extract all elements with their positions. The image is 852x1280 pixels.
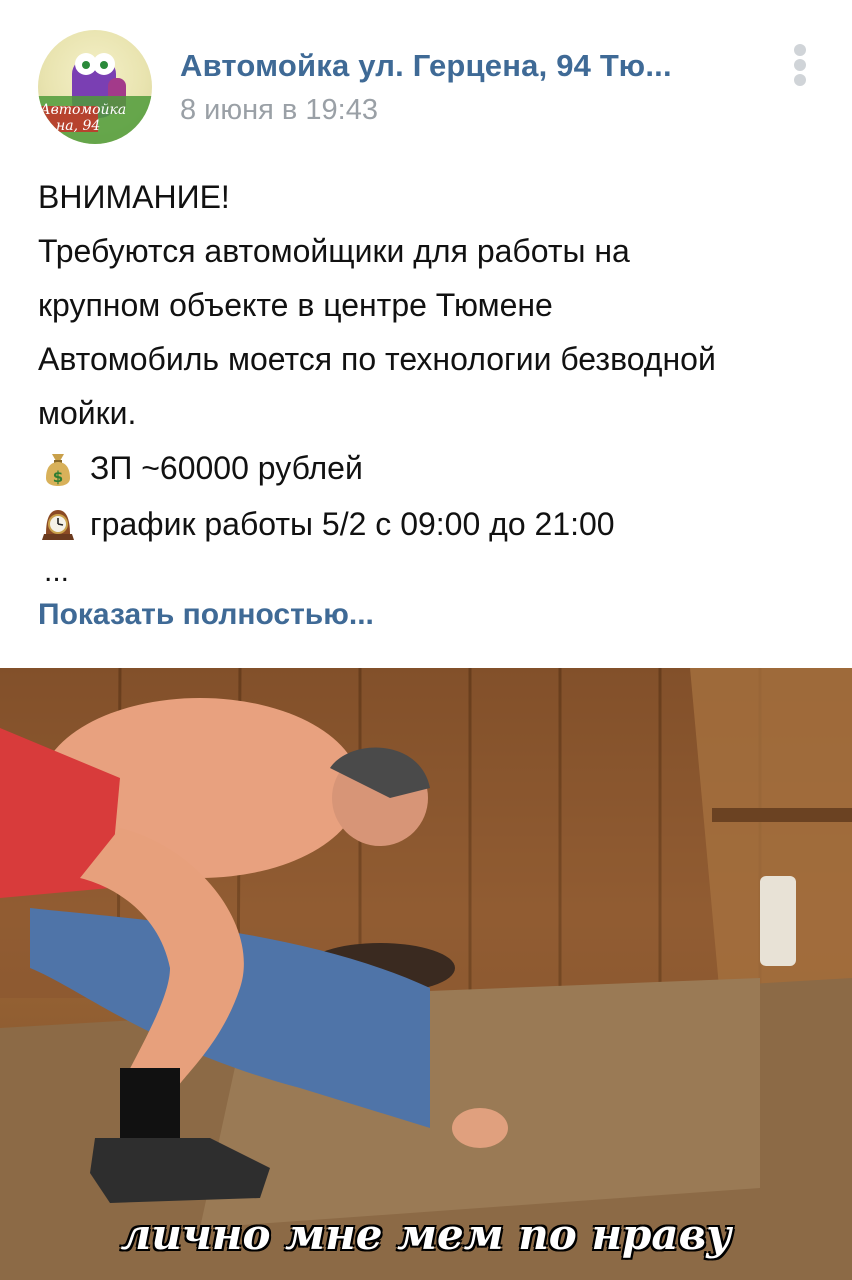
community-avatar[interactable]: Автомойка на, 94 — [38, 30, 152, 144]
image-caption: лично мне мем по нраву — [120, 1210, 732, 1259]
salary-text: ЗП ~60000 рублей — [90, 450, 363, 486]
money-bag-icon: $ — [46, 454, 70, 486]
schedule-text: график работы 5/2 с 09:00 до 21:00 — [90, 506, 615, 542]
clock-icon — [42, 510, 74, 540]
post-line: Требуются автомойщики для работы на — [38, 233, 630, 269]
post-header: Автомойка на, 94 Автомойка ул. Герцена, … — [0, 0, 852, 150]
post-line: мойки. — [38, 395, 137, 431]
svg-text:$: $ — [53, 468, 63, 486]
post-line: ВНИМАНИЕ! — [38, 179, 230, 215]
post-line: Автомобиль моется по технологии безводно… — [38, 341, 716, 377]
svg-text:Автомойка: Автомойка — [39, 102, 126, 118]
post-timestamp[interactable]: 8 июня в 19:43 — [180, 94, 378, 127]
salary-line: $ ЗП ~60000 рублей — [38, 440, 828, 496]
community-name[interactable]: Автомойка ул. Герцена, 94 Тю... — [180, 48, 672, 84]
svg-text:на, 94: на, 94 — [56, 118, 100, 134]
post-line: крупном объекте в центре Тюмене — [38, 287, 553, 323]
schedule-line: график работы 5/2 с 09:00 до 21:00 — [38, 496, 828, 552]
more-vertical-icon[interactable] — [786, 40, 814, 88]
post-body: ВНИМАНИЕ! Требуются автомойщики для рабо… — [38, 170, 828, 592]
post-image[interactable] — [0, 668, 852, 1280]
avatar-mascot-image: Автомойка на, 94 — [38, 53, 152, 144]
truncation-ellipsis: ... — [44, 555, 70, 588]
meme-photo — [0, 668, 852, 1280]
show-more-link[interactable]: Показать полностью... — [38, 598, 374, 632]
